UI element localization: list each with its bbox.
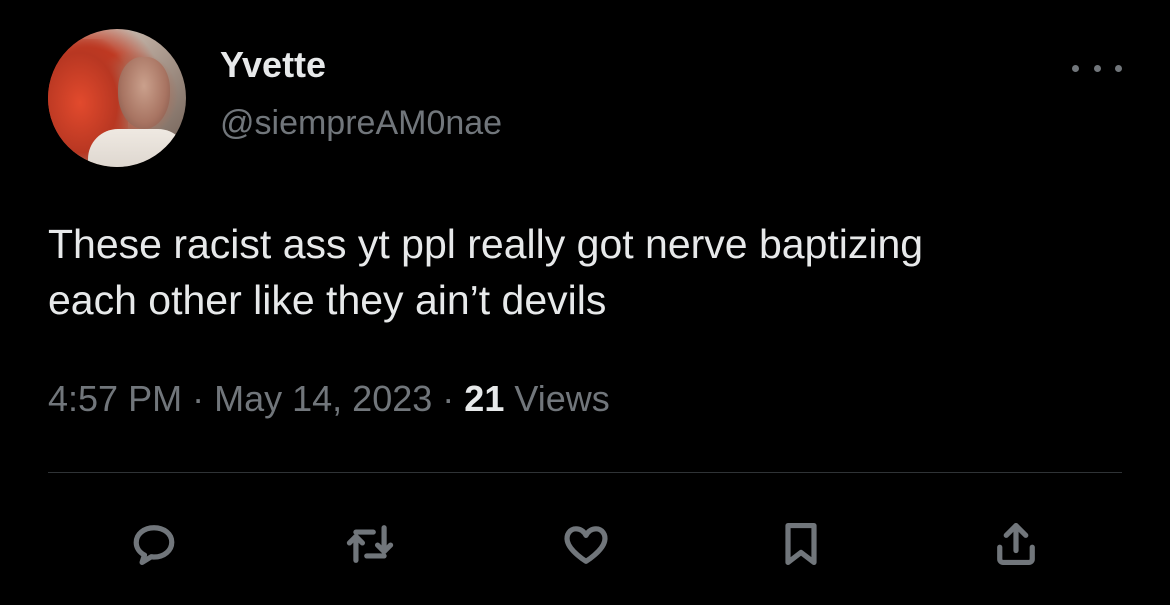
more-horizontal-icon (1072, 64, 1079, 72)
views-link[interactable]: 21 Views (464, 378, 609, 419)
tweet-text: These racist ass yt ppl really got nerve… (48, 221, 924, 323)
retweet-icon (346, 525, 394, 563)
heart-icon (564, 526, 608, 564)
action-bar (0, 514, 1170, 574)
avatar-shirt (88, 129, 186, 167)
author-name[interactable]: Yvette (220, 43, 326, 87)
tweet-time[interactable]: 4:57 PM (48, 378, 182, 419)
share-button[interactable] (986, 514, 1046, 574)
avatar[interactable] (48, 29, 186, 167)
more-horizontal-icon-dot (1093, 64, 1101, 72)
retweet-button[interactable] (340, 514, 400, 574)
bookmark-icon (785, 522, 817, 566)
more-options-button[interactable] (1072, 53, 1122, 83)
tweet-date[interactable]: May 14, 2023 (214, 378, 432, 419)
share-icon (997, 522, 1035, 566)
like-button[interactable] (556, 514, 616, 574)
avatar-face (118, 57, 170, 129)
views-count: 21 (464, 378, 505, 419)
tweet-detail: Yvette @siempreAM0nae These racist ass y… (0, 0, 1170, 605)
divider (48, 472, 1122, 473)
tweet-meta: 4:57 PM · May 14, 2023 · 21 Views (48, 376, 610, 422)
meta-separator: · (192, 378, 205, 419)
views-label: Views (514, 378, 610, 419)
reply-icon (133, 525, 175, 566)
meta-separator: · (442, 378, 455, 419)
reply-button[interactable] (124, 514, 184, 574)
bookmark-button[interactable] (771, 514, 831, 574)
more-horizontal-icon-dot (1115, 64, 1122, 72)
author-handle[interactable]: @siempreAM0nae (220, 101, 502, 145)
